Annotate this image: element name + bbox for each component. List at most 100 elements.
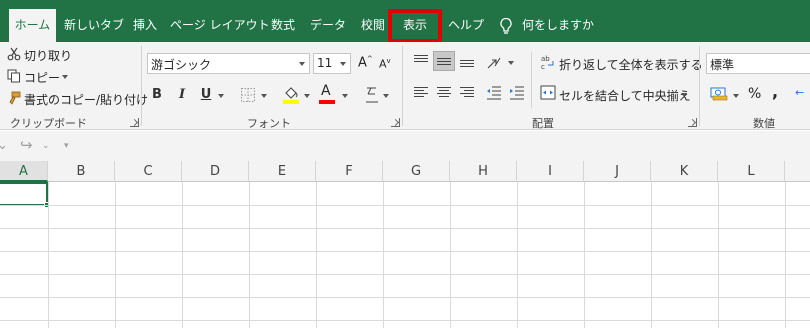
shrink-font-button[interactable]: Av — [379, 57, 391, 71]
tab-view-highlight-box — [388, 9, 442, 43]
tab-review[interactable]: 校閲 — [356, 9, 390, 42]
font-name-value: 游ゴシック — [151, 58, 212, 72]
grow-font-button[interactable]: A^ — [358, 55, 373, 70]
grid-row-line — [0, 205, 810, 206]
copy-button[interactable]: コピー — [24, 69, 60, 86]
font-name-combo[interactable]: 游ゴシック — [147, 53, 310, 74]
align-top-button[interactable] — [410, 51, 432, 71]
column-header-B[interactable]: B — [48, 161, 115, 182]
align-middle-button[interactable] — [433, 51, 455, 71]
format-painter-icon — [9, 91, 21, 105]
align-center-button[interactable] — [433, 82, 455, 102]
align-right-button[interactable] — [456, 82, 478, 102]
grid-column-line — [584, 182, 585, 328]
tab-formulas[interactable]: 数式 — [266, 9, 300, 42]
number-group-label: 数値 — [753, 117, 775, 130]
grid-row-line — [0, 320, 810, 321]
grid-row-line — [0, 274, 810, 275]
column-header-K[interactable]: K — [651, 161, 718, 182]
orientation-icon[interactable] — [486, 54, 504, 70]
fill-color-icon[interactable] — [282, 84, 300, 104]
column-header-row: ABCDEFGHIJKL — [0, 161, 810, 182]
column-header-L[interactable]: L — [718, 161, 785, 182]
copy-dropdown-icon[interactable] — [62, 75, 68, 79]
font-size-combo[interactable]: 11 — [313, 53, 351, 74]
orientation-dropdown-icon[interactable] — [508, 61, 514, 65]
column-header-E[interactable]: E — [249, 161, 316, 182]
merge-center-button[interactable]: セルを結合して中央揃え — [559, 87, 691, 104]
align-bottom-button[interactable] — [456, 51, 478, 71]
column-header-H[interactable]: H — [450, 161, 517, 182]
wrap-text-button[interactable]: 折り返して全体を表示する — [559, 56, 703, 73]
worksheet-grid[interactable] — [0, 182, 810, 328]
number-format-combo[interactable]: 標準 — [706, 53, 810, 74]
accounting-format-icon[interactable] — [710, 85, 728, 101]
lightbulb-icon — [500, 17, 512, 34]
ribbon-home: 切り取り コピー 書式のコピー/貼り付け クリップボード 游ゴシック 11 A^… — [0, 42, 810, 130]
alignment-launcher-icon[interactable] — [688, 118, 697, 127]
increase-indent-icon[interactable] — [509, 85, 525, 100]
chevron-down-icon[interactable] — [336, 54, 350, 73]
grid-row-line — [0, 251, 810, 252]
fill-color-dropdown-icon[interactable] — [304, 94, 310, 98]
column-header-I[interactable]: I — [517, 161, 584, 182]
grid-column-line — [651, 182, 652, 328]
grid-column-line — [115, 182, 116, 328]
font-group-label: フォント — [247, 117, 291, 130]
percent-style-button[interactable]: % — [748, 86, 761, 102]
comma-style-button[interactable]: , — [772, 82, 778, 101]
font-color-dropdown-icon[interactable] — [342, 94, 348, 98]
column-header-D[interactable]: D — [182, 161, 249, 182]
tab-new-tab[interactable]: 新しいタブ — [64, 9, 124, 42]
column-header-J[interactable]: J — [584, 161, 651, 182]
tab-data[interactable]: データ — [308, 9, 348, 42]
tab-page-layout[interactable]: ページ レイアウト — [170, 9, 270, 42]
bold-button[interactable]: B — [148, 86, 166, 104]
active-cell-A1[interactable] — [0, 182, 48, 206]
font-size-value: 11 — [317, 56, 333, 70]
align-left-button[interactable] — [410, 82, 432, 102]
font-color-button[interactable]: A — [321, 83, 331, 99]
border-icon[interactable] — [240, 87, 256, 103]
undo-icon[interactable]: ⌄ — [0, 138, 8, 153]
grid-column-line — [718, 182, 719, 328]
chevron-down-icon[interactable] — [295, 54, 309, 73]
ribbon-tab-bar: ホーム 新しいタブ 挿入 ページ レイアウト 数式 データ 校閲 表示 ヘルプ … — [0, 0, 810, 43]
grow-font-letter: A — [358, 55, 367, 71]
grid-column-line — [785, 182, 786, 328]
customize-qat-icon[interactable]: ▾ — [64, 141, 69, 151]
font-launcher-icon[interactable] — [391, 118, 400, 127]
phonetic-guide-icon[interactable] — [364, 86, 380, 104]
phonetic-dropdown-icon[interactable] — [383, 94, 389, 98]
clipboard-launcher-icon[interactable] — [130, 118, 139, 127]
cut-button[interactable]: 切り取り — [24, 47, 72, 64]
grid-row-line — [0, 228, 810, 229]
grid-column-line — [48, 182, 49, 328]
redo-dropdown-icon[interactable]: ⌄ — [42, 141, 50, 151]
format-painter-button[interactable]: 書式のコピー/貼り付け — [24, 91, 148, 108]
underline-button[interactable]: U — [197, 86, 215, 104]
decrease-indent-icon[interactable] — [486, 85, 502, 100]
group-divider — [699, 46, 700, 126]
svg-text:ab: ab — [541, 55, 550, 63]
redo-icon[interactable]: ↪ — [20, 136, 33, 154]
increase-decimal-icon[interactable]: ← — [795, 86, 809, 100]
tab-insert[interactable]: 挿入 — [128, 9, 162, 42]
column-header-F[interactable]: F — [316, 161, 383, 182]
merge-dropdown-icon[interactable] — [681, 93, 687, 97]
grid-column-line — [517, 182, 518, 328]
underline-dropdown-icon[interactable] — [218, 94, 224, 98]
column-header-A[interactable]: A — [0, 161, 48, 182]
number-format-value: 標準 — [710, 58, 735, 72]
border-dropdown-icon[interactable] — [261, 94, 267, 98]
grid-column-line — [249, 182, 250, 328]
tab-help[interactable]: ヘルプ — [446, 9, 486, 42]
column-header-C[interactable]: C — [115, 161, 182, 182]
accounting-dropdown-icon[interactable] — [733, 94, 739, 98]
italic-button[interactable]: I — [173, 86, 191, 104]
grid-row-line — [0, 297, 810, 298]
column-header-G[interactable]: G — [383, 161, 450, 182]
group-divider — [141, 46, 142, 126]
tab-home[interactable]: ホーム — [9, 9, 56, 42]
tell-me-search[interactable]: 何をしますか — [522, 9, 594, 42]
